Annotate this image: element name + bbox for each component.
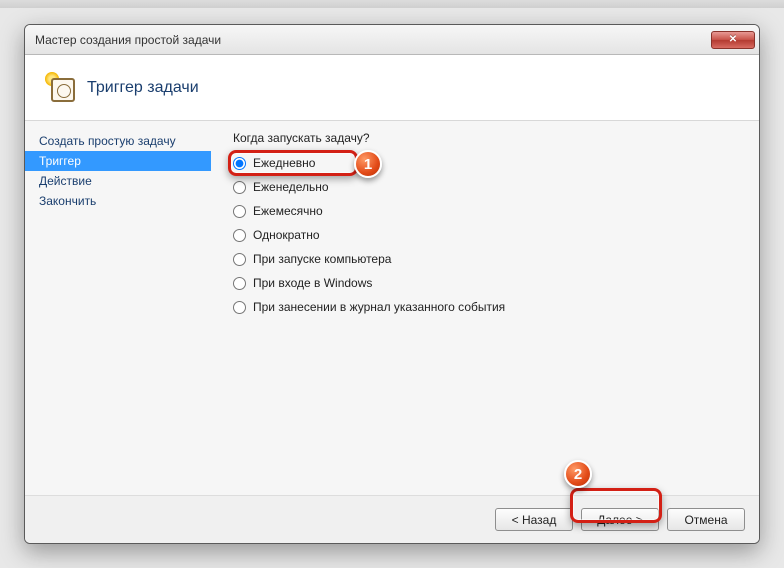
sidebar-item-finish[interactable]: Закончить	[25, 191, 211, 211]
radio-monthly-input[interactable]	[233, 205, 246, 218]
wizard-header: Триггер задачи	[25, 55, 759, 121]
close-icon: ✕	[729, 34, 737, 45]
back-button[interactable]: < Назад	[495, 508, 573, 531]
close-button[interactable]: ✕	[711, 31, 755, 49]
sidebar-item-create[interactable]: Создать простую задачу	[25, 131, 211, 151]
wizard-body: Создать простую задачу Триггер Действие …	[25, 121, 759, 495]
radio-monthly[interactable]: Ежемесячно	[233, 203, 737, 219]
radio-startup-input[interactable]	[233, 253, 246, 266]
radio-once-input[interactable]	[233, 229, 246, 242]
radio-event-label: При занесении в журнал указанного событи…	[253, 300, 505, 314]
radio-startup-label: При запуске компьютера	[253, 252, 391, 266]
radio-weekly-input[interactable]	[233, 181, 246, 194]
trigger-prompt: Когда запускать задачу?	[233, 131, 737, 145]
trigger-options-group: Ежедневно Еженедельно Ежемесячно Однокра…	[233, 155, 737, 315]
radio-logon-label: При входе в Windows	[253, 276, 372, 290]
radio-daily-label: Ежедневно	[253, 156, 315, 170]
radio-weekly[interactable]: Еженедельно	[233, 179, 737, 195]
window-title: Мастер создания простой задачи	[35, 33, 711, 47]
radio-daily[interactable]: Ежедневно	[233, 155, 737, 171]
sidebar-item-action[interactable]: Действие	[25, 171, 211, 191]
radio-weekly-label: Еженедельно	[253, 180, 329, 194]
wizard-window: Мастер создания простой задачи ✕ Триггер…	[24, 24, 760, 544]
wizard-steps-sidebar: Создать простую задачу Триггер Действие …	[25, 121, 211, 495]
wizard-content: Когда запускать задачу? Ежедневно Еженед…	[211, 121, 759, 495]
radio-logon[interactable]: При входе в Windows	[233, 275, 737, 291]
radio-daily-input[interactable]	[233, 157, 246, 170]
radio-event[interactable]: При занесении в журнал указанного событи…	[233, 299, 737, 315]
task-scheduler-icon	[45, 72, 77, 104]
cancel-button[interactable]: Отмена	[667, 508, 745, 531]
back-button-label: < Назад	[512, 513, 557, 527]
wizard-footer: < Назад Далее > Отмена	[25, 495, 759, 543]
page-title: Триггер задачи	[87, 79, 199, 97]
radio-logon-input[interactable]	[233, 277, 246, 290]
next-button[interactable]: Далее >	[581, 508, 659, 531]
radio-monthly-label: Ежемесячно	[253, 204, 323, 218]
titlebar[interactable]: Мастер создания простой задачи ✕	[25, 25, 759, 55]
radio-once[interactable]: Однократно	[233, 227, 737, 243]
radio-once-label: Однократно	[253, 228, 320, 242]
next-button-label: Далее >	[597, 513, 643, 527]
cancel-button-label: Отмена	[684, 513, 727, 527]
radio-event-input[interactable]	[233, 301, 246, 314]
radio-startup[interactable]: При запуске компьютера	[233, 251, 737, 267]
sidebar-item-trigger[interactable]: Триггер	[25, 151, 211, 171]
